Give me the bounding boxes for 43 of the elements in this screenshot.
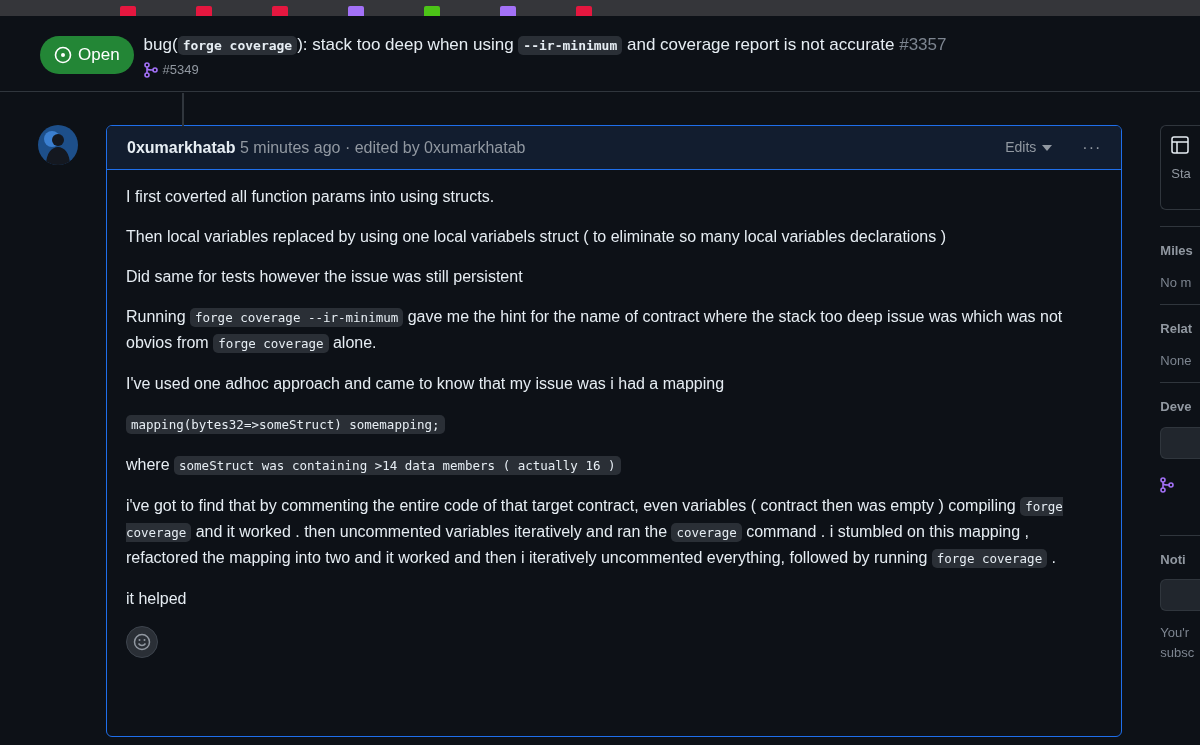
bookmark-icon[interactable]: [424, 6, 440, 16]
bookmark-icon[interactable]: [272, 6, 288, 16]
subscribe-button[interactable]: [1160, 579, 1200, 611]
edited-note: · edited by 0xumarkhatab: [344, 138, 526, 156]
project-card[interactable]: Sta: [1160, 125, 1200, 210]
comment-paragraph: Running forge coverage --ir-minimum gave me the hint for the name of contract where the stack too deep issue was which was not obvios from forge coverage alone.: [126, 307, 1064, 355]
author-link[interactable]: 0xumarkhatab: [127, 138, 236, 156]
comment-paragraph: i've got to find that by commenting the entire code of that target contract, even variables ( contract then was empty ) compiling forge coverage and it worked . then uncommented variables iteratively and ran the coverage command . i stumbled on this mapping , refactored the mapping into two and it worked and then i iteratively uncommented everything, followed by running forge coverage .: [126, 496, 1064, 570]
bookmark-icon[interactable]: [500, 6, 516, 16]
reaction-button[interactable]: [126, 626, 158, 658]
comment-paragraph: it helped: [126, 589, 188, 609]
caret-icon: [1042, 144, 1053, 151]
comment-paragraph: where someStruct was containing >14 data members ( actually 16 ): [126, 452, 1102, 478]
section-heading: Miles: [1160, 242, 1194, 260]
issue-number: #3357: [899, 35, 947, 54]
section-heading: Relat: [1160, 320, 1194, 338]
section-value: None: [1160, 351, 1193, 370]
branch-icon: [143, 61, 158, 78]
open-status-icon: [54, 45, 72, 64]
more-button[interactable]: ···: [1076, 134, 1108, 161]
bookmark-icon[interactable]: [348, 6, 364, 16]
comment-paragraph: Did same for tests however the issue was still persistent: [126, 267, 524, 287]
comment-paragraph: I first coverted all function params into using structs.: [126, 187, 496, 207]
comment-paragraph: mapping(bytes32=>someStruct) somemapping;: [126, 411, 1102, 437]
comment-time: 5 minutes ago: [239, 138, 341, 156]
issue-title: bug( forge coverage ): stack too deep when using --ir-minimum and coverage report is not accurate: [143, 35, 895, 54]
edits-dropdown[interactable]: Edits: [999, 136, 1059, 159]
bookmark-icon[interactable]: [120, 6, 136, 16]
section-heading: Noti: [1160, 550, 1187, 569]
bookmark-icon[interactable]: [196, 6, 212, 16]
branch-icon: [1160, 476, 1175, 493]
avatar[interactable]: [38, 125, 78, 165]
section-heading: Deve: [1160, 398, 1193, 416]
table-icon: [1171, 135, 1190, 154]
section-value: No m: [1160, 273, 1193, 292]
linked-pr-link[interactable]: #5349: [162, 60, 199, 80]
create-branch-button[interactable]: [1160, 426, 1200, 459]
bookmark-icon[interactable]: [576, 6, 592, 16]
status-pill: Open: [40, 36, 134, 74]
comment-paragraph: I've used one adhoc approach and came to know that my issue was i had a mapping: [126, 374, 726, 394]
notification-note: You'r subsc: [1160, 624, 1193, 662]
comment-paragraph: Then local variables replaced by using one local variabels struct ( to eliminate so many local variables declarations ): [126, 227, 947, 247]
smiley-icon: [133, 633, 151, 651]
